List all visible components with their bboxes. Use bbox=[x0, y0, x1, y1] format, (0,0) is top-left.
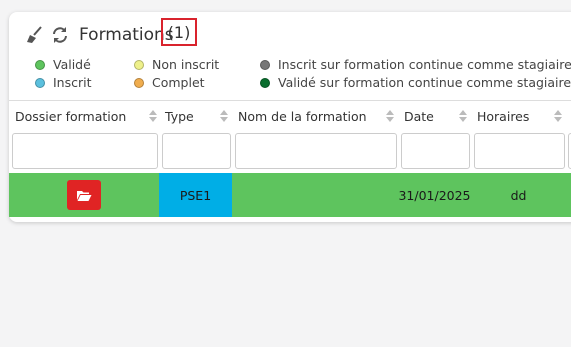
status-legend: Validé Inscrit Non inscrit Complet Inscr… bbox=[9, 56, 571, 92]
sort-icon bbox=[386, 110, 394, 122]
sort-icon bbox=[554, 110, 562, 122]
status-dot bbox=[134, 77, 144, 88]
legend-label: Validé bbox=[53, 57, 91, 72]
status-dot bbox=[134, 59, 144, 70]
sort-icon bbox=[220, 110, 228, 122]
sort-icon bbox=[149, 110, 157, 122]
folder-open-icon bbox=[77, 190, 92, 201]
filter-input-type[interactable] bbox=[162, 133, 231, 169]
panel-header: Formations bbox=[25, 24, 174, 46]
filter-input-nom[interactable] bbox=[235, 133, 397, 169]
status-dot bbox=[260, 77, 270, 88]
legend-item-complet: Complet bbox=[134, 75, 205, 90]
legend-label: Non inscrit bbox=[152, 57, 220, 72]
legend-item-inscrit-continue: Inscrit sur formation continue comme sta… bbox=[260, 57, 571, 72]
status-dot bbox=[260, 59, 270, 70]
status-dot bbox=[35, 59, 45, 70]
open-dossier-button[interactable] bbox=[67, 180, 101, 210]
legend-item-valide-continue: Validé sur formation continue comme stag… bbox=[260, 75, 571, 90]
column-label: Date bbox=[404, 108, 434, 124]
formations-panel: Formations (1) Validé Inscrit Non inscri… bbox=[9, 12, 571, 222]
filter-row bbox=[9, 131, 571, 169]
legend-item-valide: Validé bbox=[35, 57, 91, 72]
legend-label: Inscrit sur formation continue comme sta… bbox=[278, 57, 571, 72]
legend-label: Validé sur formation continue comme stag… bbox=[278, 75, 571, 90]
column-header-type[interactable]: Type bbox=[159, 101, 232, 131]
broom-icon[interactable] bbox=[25, 26, 43, 44]
column-header-date[interactable]: Date bbox=[398, 101, 471, 131]
filter-input-date[interactable] bbox=[401, 133, 470, 169]
legend-item-non-inscrit: Non inscrit bbox=[134, 57, 219, 72]
column-label: Type bbox=[165, 108, 194, 124]
table-header: Dossier formation Type Nom de la formati… bbox=[9, 100, 571, 131]
refresh-icon[interactable] bbox=[51, 26, 69, 44]
column-label: Horaires bbox=[477, 108, 530, 124]
cell-date: 31/01/2025 bbox=[398, 187, 471, 203]
count-badge: (1) bbox=[161, 18, 197, 46]
legend-label: Complet bbox=[152, 75, 205, 90]
cell-nom bbox=[232, 173, 398, 217]
sort-icon bbox=[459, 110, 467, 122]
status-dot bbox=[35, 77, 45, 88]
column-header-nom[interactable]: Nom de la formation bbox=[232, 101, 398, 131]
cell-dossier bbox=[9, 173, 159, 217]
column-label: Nom de la formation bbox=[238, 108, 367, 124]
filter-input-dossier[interactable] bbox=[12, 133, 158, 169]
column-header-dossier[interactable]: Dossier formation bbox=[9, 101, 161, 131]
legend-item-inscrit: Inscrit bbox=[35, 75, 92, 90]
column-label: Dossier formation bbox=[15, 108, 127, 124]
legend-label: Inscrit bbox=[53, 75, 92, 90]
filter-input-horaires[interactable] bbox=[474, 133, 565, 169]
table-row[interactable]: PSE1 31/01/2025 dd bbox=[9, 173, 571, 217]
cell-type: PSE1 bbox=[159, 173, 232, 217]
column-header-horaires[interactable]: Horaires bbox=[471, 101, 566, 131]
page-title: Formations bbox=[79, 25, 174, 45]
cell-horaires: dd bbox=[510, 187, 527, 203]
